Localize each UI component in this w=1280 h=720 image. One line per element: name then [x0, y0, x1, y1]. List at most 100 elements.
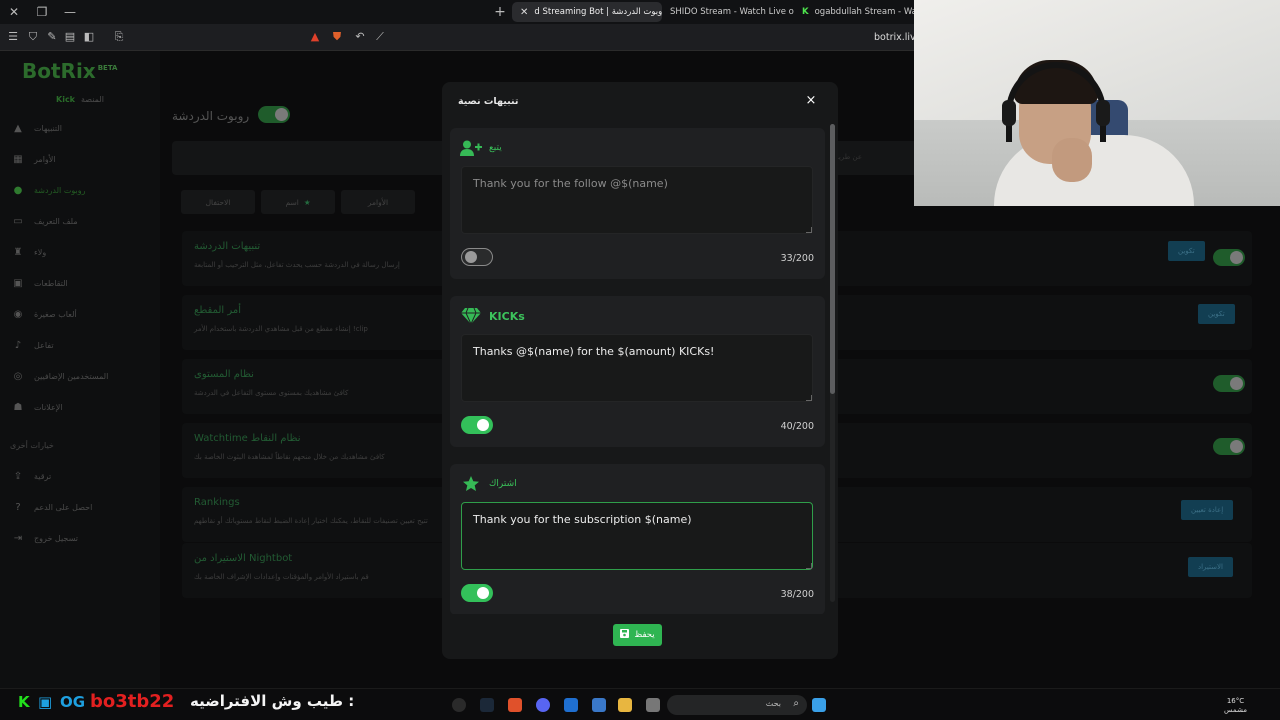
store-icon[interactable]: [592, 698, 606, 712]
subscription-alert-toggle[interactable]: [461, 584, 493, 602]
configure-button[interactable]: تكوين: [1198, 304, 1235, 324]
browser-tab[interactable]: K ogabdullah Stream - Watch: [794, 2, 914, 22]
sidebar-section-title: خيارات أخرى: [10, 441, 54, 450]
weather-widget[interactable]: 16°C مشمس: [1224, 697, 1247, 715]
sidebar-item-chatbot[interactable]: ● روبوت الدردشة: [12, 181, 152, 199]
search-placeholder: بحث: [765, 699, 781, 708]
card-label: يتبع: [489, 143, 502, 153]
tab-commands[interactable]: الأوامر: [341, 190, 415, 214]
text-alerts-modal: تنبيهات نصية × يتبع 33/200 KICKs: [442, 82, 838, 659]
screenshot-icon[interactable]: ⎘: [112, 30, 126, 44]
scrollbar-thumb[interactable]: [830, 124, 835, 394]
taskbar: K ▣ OG bo3tb22 طيب وش الافتراضيه : بحث ⌕…: [0, 688, 1280, 720]
follow-message-input[interactable]: [461, 166, 813, 234]
char-counter: 33/200: [780, 253, 814, 264]
upload-icon: ⇪: [13, 470, 23, 482]
save-button[interactable]: يحفظ: [613, 624, 662, 646]
close-icon[interactable]: ×: [804, 94, 818, 108]
card-label: اشتراك: [489, 479, 517, 489]
page-title: روبوت الدردشة: [172, 109, 250, 123]
reader-icon[interactable]: ▤: [63, 30, 77, 44]
char-counter: 38/200: [780, 589, 814, 600]
star-icon: ★: [303, 197, 311, 207]
sidebar-item-support[interactable]: ? احصل على الدعم: [12, 498, 152, 516]
sidebar-item-logout[interactable]: ⇥ تسجيل خروج: [12, 529, 152, 547]
taskbar-search[interactable]: بحث ⌕: [667, 695, 807, 715]
kick-favicon-icon: K: [802, 7, 809, 17]
sidebar-item-extra-users[interactable]: ◎ المستخدمين الإضافيين: [12, 367, 152, 385]
module-toggle[interactable]: [1213, 375, 1245, 392]
menu-icon[interactable]: ☰: [6, 30, 20, 44]
botrix-logo: BotRix BETA: [22, 59, 118, 83]
ticker-text: طيب وش الافتراضيه :: [190, 692, 355, 710]
resize-handle[interactable]: [806, 563, 812, 569]
grid-icon: ▣: [13, 277, 23, 289]
card-label: KICKs: [489, 309, 525, 323]
tab-title: ogabdullah Stream - Watch: [814, 7, 914, 17]
restore-window-icon[interactable]: ❐: [28, 0, 56, 24]
list-icon: ▦: [13, 153, 23, 165]
extensions-icon[interactable]: ✎: [45, 30, 59, 44]
module-toggle[interactable]: [1213, 249, 1245, 266]
gamepad-icon: ◉: [13, 308, 23, 320]
sidebar-icon[interactable]: ◧: [82, 30, 96, 44]
kicks-message-input[interactable]: [461, 334, 813, 402]
translate-icon[interactable]: ⟋: [373, 30, 387, 44]
sidebar-item-ads[interactable]: ☗ الإعلانات: [12, 398, 152, 416]
close-tab-icon[interactable]: ✕: [520, 7, 528, 18]
modal-title: تنبيهات نصية: [458, 96, 519, 107]
tab-celebration[interactable]: الاحتفال: [181, 190, 255, 214]
subscription-message-input[interactable]: [461, 502, 813, 570]
chatbot-master-toggle[interactable]: [258, 106, 290, 123]
browser-tab[interactable]: SHIDO Stream - Watch Live on Kick: [662, 2, 794, 22]
close-window-icon[interactable]: ✕: [0, 0, 28, 24]
kicks-alert-card: KICKs 40/200: [450, 296, 825, 447]
help-icon: ?: [15, 501, 21, 513]
sidebar-item-commands[interactable]: ▦ الأوامر: [12, 150, 152, 168]
modal-scrollbar[interactable]: [830, 124, 835, 602]
music-icon: ♪: [14, 339, 22, 351]
sidebar-item-upgrade[interactable]: ⇪ ترقية: [12, 467, 152, 485]
logout-icon: ⇥: [13, 532, 23, 544]
import-button[interactable]: الاستيراد: [1188, 557, 1233, 577]
reset-button[interactable]: إعادة تعيين: [1181, 500, 1234, 520]
task-view-icon[interactable]: [646, 698, 660, 712]
platform-selector[interactable]: Kick المنصة: [56, 95, 104, 104]
discord-icon[interactable]: [536, 698, 550, 712]
brave-icon[interactable]: [508, 698, 522, 712]
user-plus-icon: [460, 140, 482, 156]
folder-icon[interactable]: [618, 698, 632, 712]
follow-alert-card: يتبع 33/200: [450, 128, 825, 279]
sidebar-item-overlays[interactable]: ▣ التقاطعات: [12, 274, 152, 292]
sidebar-item-minigames[interactable]: ◉ ألعاب صغيرة: [12, 305, 152, 323]
undo-icon[interactable]: ↶: [353, 30, 367, 44]
resize-handle[interactable]: [806, 395, 812, 401]
obs-icon[interactable]: [452, 698, 466, 712]
warning-icon[interactable]: ▲: [308, 30, 322, 44]
mail-icon[interactable]: [564, 698, 578, 712]
sidebar-item-profile[interactable]: ▭ ملف التعريف: [12, 212, 152, 230]
subscription-alert-card: اشتراك 38/200: [450, 464, 825, 614]
resize-handle[interactable]: [806, 227, 812, 233]
minimize-window-icon[interactable]: —: [56, 0, 84, 24]
streamer-name: bo3tb22: [90, 691, 175, 712]
brave-shield-icon[interactable]: ⛊: [330, 30, 344, 44]
module-toggle[interactable]: [1213, 438, 1245, 455]
kick-logo-icon: K: [18, 693, 30, 711]
tab-title: SHIDO Stream - Watch Live on Kick: [670, 7, 794, 17]
sidebar-item-interaction[interactable]: ♪ تفاعل: [12, 336, 152, 354]
tab-name[interactable]: اسم ★: [261, 190, 335, 214]
sidebar-item-alerts[interactable]: ▲ التنبيهات: [12, 119, 152, 137]
follow-alert-toggle[interactable]: [461, 248, 493, 266]
kicks-alert-toggle[interactable]: [461, 416, 493, 434]
windows-start-icon[interactable]: [812, 698, 826, 712]
browser-tab-active[interactable]: ✕ d Streaming Bot | روبوت الدردشة ◆: [512, 2, 662, 22]
configure-button[interactable]: تكوين: [1168, 241, 1205, 261]
tab-title: d Streaming Bot | روبوت الدردشة: [534, 7, 662, 17]
badge-icon: ▣: [38, 693, 53, 711]
sidebar-item-loyalty[interactable]: ♜ ولاء: [12, 243, 152, 261]
new-tab-icon[interactable]: +: [492, 4, 508, 20]
shield-icon[interactable]: ⛉: [26, 30, 40, 44]
diamond-icon: [460, 308, 482, 324]
steam-icon[interactable]: [480, 698, 494, 712]
